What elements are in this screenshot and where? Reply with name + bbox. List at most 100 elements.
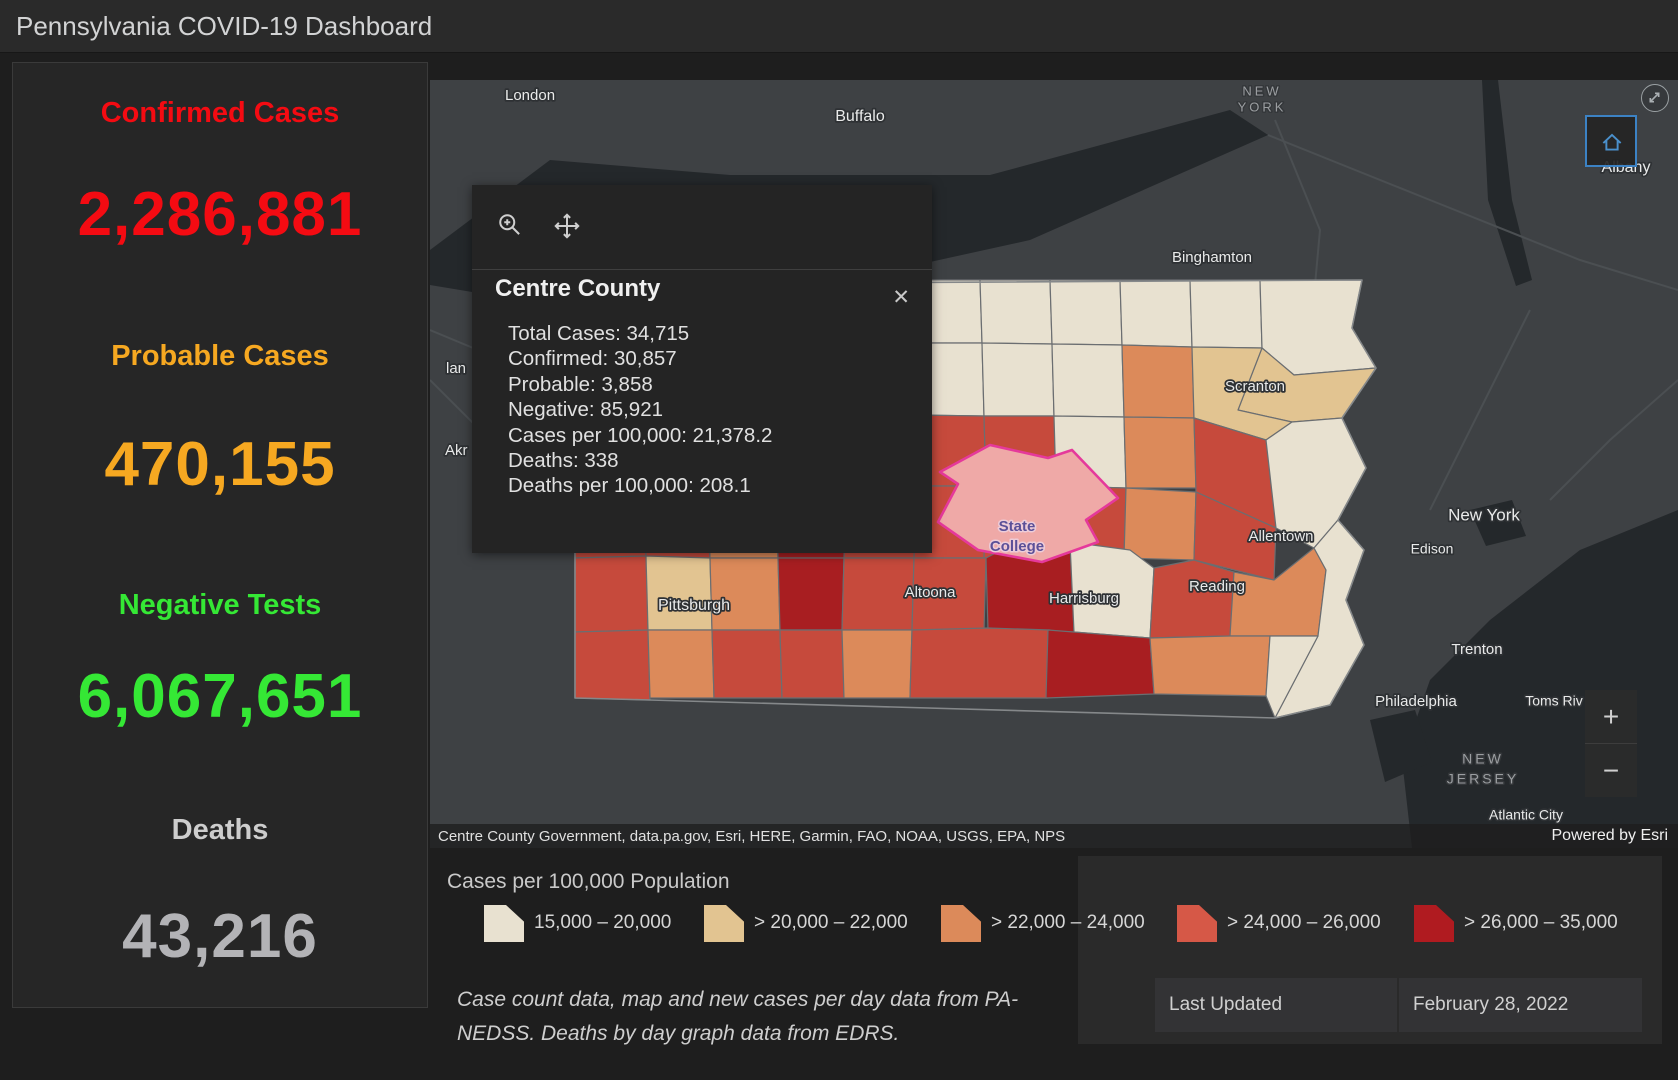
stats-panel: Confirmed Cases 2,286,881 Probable Cases…	[12, 62, 428, 1008]
powered-by-esri: Powered by Esri	[1552, 827, 1669, 845]
stat-label: Deaths	[13, 814, 427, 847]
city-label: Toms Riv	[1525, 693, 1583, 709]
state-name-label: NEW	[1462, 751, 1504, 767]
county-shape[interactable]	[1052, 344, 1124, 417]
stat-deaths-value: 43,216	[13, 901, 427, 972]
city-label: Binghamton	[1172, 249, 1252, 266]
popup-line: Negative: 85,921	[508, 397, 772, 422]
city-label: Buffalo	[835, 108, 885, 125]
last-updated-value: February 28, 2022	[1399, 978, 1642, 1032]
stat-value: 2,286,881	[13, 179, 427, 250]
county-shape[interactable]	[778, 558, 844, 630]
city-label: Trenton	[1451, 641, 1502, 658]
stat-label: Confirmed Cases	[13, 97, 427, 130]
attribution-bar: Centre County Government, data.pa.gov, E…	[430, 824, 1678, 848]
state-name-label: JERSEY	[1447, 771, 1519, 787]
county-shape[interactable]	[648, 630, 714, 698]
fullscreen-icon[interactable]	[1641, 84, 1669, 112]
county-shape[interactable]	[1050, 280, 1122, 345]
stat-negative-tests-value: 6,067,651	[13, 661, 427, 732]
map-attribution: Centre County Government, data.pa.gov, E…	[438, 828, 1065, 845]
stat-confirmed-cases: Confirmed Cases	[13, 97, 427, 130]
app-header: Pennsylvania COVID-19 Dashboard	[0, 0, 1678, 53]
city-label: Altoona	[905, 584, 957, 601]
county-shape[interactable]	[1150, 636, 1270, 696]
popup-line: Total Cases: 34,715	[508, 321, 772, 346]
city-label: lan	[446, 360, 466, 377]
city-label: London	[505, 87, 555, 104]
stat-probable-cases: Probable Cases	[13, 340, 427, 373]
city-label: Pittsburgh	[658, 597, 730, 614]
county-shape[interactable]	[710, 558, 780, 630]
county-shape[interactable]	[575, 556, 648, 632]
dashboard-root: { "header": { "title": "Pennsylvania COV…	[0, 0, 1678, 1080]
legend-label: > 24,000 – 26,000	[1227, 912, 1381, 934]
county-shape[interactable]	[1190, 280, 1262, 348]
stat-value: 470,155	[13, 429, 427, 500]
stat-value: 6,067,651	[13, 661, 427, 732]
legend-label: 15,000 – 20,000	[534, 912, 671, 934]
county-shape[interactable]	[842, 630, 912, 698]
county-shape[interactable]	[646, 556, 712, 630]
home-icon	[1599, 129, 1625, 155]
popup-line: Deaths: 338	[508, 448, 772, 473]
county-shape[interactable]	[780, 630, 844, 698]
legend-swatch	[704, 905, 744, 942]
popup-line: Confirmed: 30,857	[508, 346, 772, 371]
legend-label: > 20,000 – 22,000	[754, 912, 908, 934]
county-shape[interactable]	[982, 343, 1054, 416]
county-popup: ✕ Centre County Total Cases: 34,715 Conf…	[472, 185, 932, 553]
zoom-controls: + −	[1585, 690, 1637, 797]
selected-city-label: State	[999, 518, 1036, 535]
county-shape[interactable]	[712, 630, 782, 698]
stat-probable-cases-value: 470,155	[13, 429, 427, 500]
county-shape[interactable]	[980, 280, 1052, 344]
city-label: Harrisburg	[1049, 590, 1119, 607]
county-shape[interactable]	[1150, 560, 1234, 638]
city-label: Atlantic City	[1489, 807, 1563, 823]
stat-negative-tests: Negative Tests	[13, 589, 427, 622]
popup-title: Centre County	[495, 275, 660, 303]
city-label: Edison	[1411, 541, 1454, 557]
data-source-note: Case count data, map and new cases per d…	[457, 983, 1047, 1051]
state-name-label: YORK	[1238, 99, 1287, 114]
legend-label: > 22,000 – 24,000	[991, 912, 1145, 934]
last-updated-label: Last Updated	[1155, 978, 1397, 1032]
county-shape[interactable]	[1046, 630, 1154, 698]
legend-title: Cases per 100,000 Population	[447, 870, 730, 894]
city-label: New York	[1448, 505, 1520, 524]
zoom-out-button[interactable]: −	[1585, 744, 1637, 797]
city-label: Akr	[445, 442, 468, 459]
county-shape[interactable]	[1120, 280, 1192, 347]
close-icon[interactable]: ✕	[892, 285, 910, 310]
county-shape[interactable]	[1124, 488, 1196, 560]
stat-confirmed-cases-value: 2,286,881	[13, 179, 427, 250]
popup-line: Deaths per 100,000: 208.1	[508, 473, 772, 498]
legend-label: > 26,000 – 35,000	[1464, 912, 1618, 934]
legend-swatch	[484, 905, 524, 942]
popup-line: Cases per 100,000: 21,378.2	[508, 423, 772, 448]
popup-line: Probable: 3,858	[508, 372, 772, 397]
selected-city-label: College	[990, 538, 1044, 555]
county-shape[interactable]	[1124, 417, 1196, 488]
city-label: Philadelphia	[1375, 693, 1457, 710]
city-label: Reading	[1189, 578, 1245, 595]
county-shape[interactable]	[1122, 345, 1194, 418]
city-label: Allentown	[1248, 528, 1313, 545]
popup-body: Total Cases: 34,715 Confirmed: 30,857 Pr…	[508, 321, 772, 499]
state-name-label: NEW	[1242, 83, 1281, 98]
page-title: Pennsylvania COVID-19 Dashboard	[0, 0, 1678, 52]
stat-label: Negative Tests	[13, 589, 427, 622]
legend-swatch	[941, 905, 981, 942]
stat-label: Probable Cases	[13, 340, 427, 373]
zoom-in-button[interactable]: +	[1585, 690, 1637, 744]
popup-toolbar	[472, 185, 932, 270]
county-shape[interactable]	[910, 628, 1050, 698]
county-shape[interactable]	[842, 558, 914, 630]
map-container[interactable]: LondonBuffaloBinghamtonNEWYORKAlbanyScra…	[430, 80, 1678, 848]
city-label: Scranton	[1225, 378, 1285, 395]
stat-deaths: Deaths	[13, 814, 427, 847]
stat-value: 43,216	[13, 901, 427, 972]
county-shape[interactable]	[575, 630, 650, 700]
home-button[interactable]	[1585, 115, 1637, 167]
